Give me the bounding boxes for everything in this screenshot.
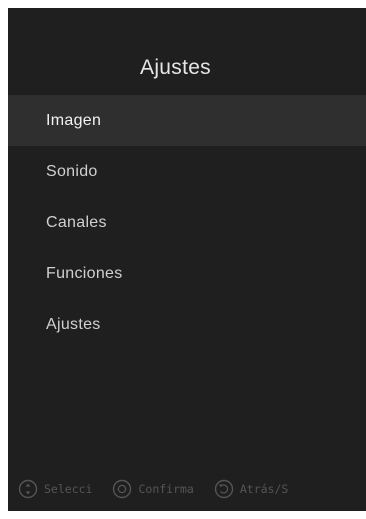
hint-back-label: Atrás/S — [239, 482, 289, 496]
hint-confirm: Confirma — [112, 479, 194, 499]
dpad-up-down-icon — [18, 479, 38, 499]
settings-menu: Imagen Sonido Canales Funciones Ajustes — [8, 95, 366, 350]
hint-back: Atrás/S — [214, 479, 288, 499]
hint-select-label: Selecci — [44, 482, 93, 496]
ok-button-icon — [112, 479, 132, 499]
settings-panel: Ajustes Imagen Sonido Canales Funciones … — [8, 8, 366, 511]
menu-item-ajustes[interactable]: Ajustes — [8, 299, 366, 350]
menu-item-sonido[interactable]: Sonido — [8, 146, 366, 197]
menu-item-imagen[interactable]: Imagen — [8, 95, 366, 146]
menu-item-canales[interactable]: Canales — [8, 197, 366, 248]
hint-select: Selecci — [18, 479, 92, 499]
menu-item-funciones[interactable]: Funciones — [8, 248, 366, 299]
button-hints-bar: Selecci Confirma Atrás/S — [18, 478, 366, 500]
back-arrow-icon — [214, 479, 234, 499]
page-title: Ajustes — [140, 56, 211, 79]
hint-confirm-label: Confirma — [138, 482, 194, 496]
